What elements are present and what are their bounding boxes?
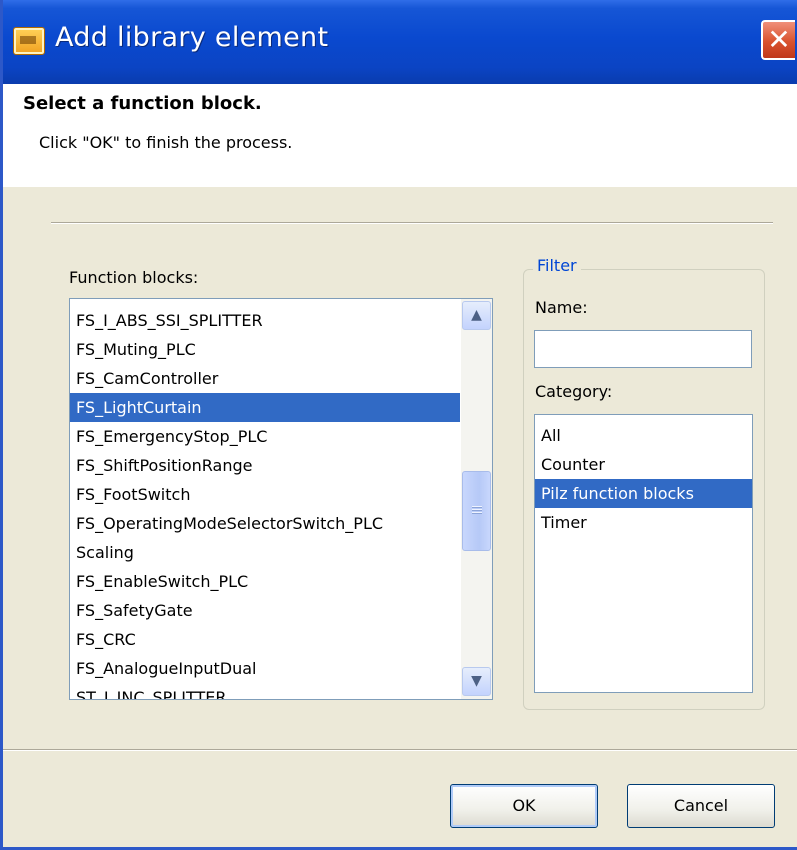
function-block-item[interactable]: FS_CRC [70,625,460,654]
function-block-item[interactable]: FS_ShiftPositionRange [70,451,460,480]
title-bar[interactable]: Add library element ✕ [3,0,797,84]
function-blocks-scrollbar[interactable]: ▲ ▼ [461,299,492,699]
category-list[interactable]: All Counter Pilz function blocks Timer [534,414,753,693]
function-block-item[interactable]: FS_I_ABS_SSI_SPLITTER [70,306,460,335]
header-description: Click "OK" to finish the process. [39,133,293,152]
filter-legend: Filter [533,256,581,275]
function-block-item[interactable]: FS_FootSwitch [70,480,460,509]
scrollbar-thumb[interactable] [462,471,491,551]
function-block-item[interactable]: FS_AnalogueInputDual [70,654,460,683]
function-block-item[interactable]: ST_I_INC_SPLITTER [70,683,460,699]
function-block-item[interactable]: FS_CamController [70,364,460,393]
function-blocks-items: FS_I_ABS_SSI_SPLITTER FS_Muting_PLC FS_Cam… [70,306,460,699]
scroll-down-icon[interactable]: ▼ [462,667,491,696]
name-filter-input[interactable] [534,330,752,368]
function-block-item[interactable]: Scaling [70,538,460,567]
function-block-item[interactable]: FS_Muting_PLC [70,335,460,364]
function-block-item[interactable]: FS_EnableSwitch_PLC [70,567,460,596]
add-library-element-dialog: Add library element ✕ Select a function … [0,0,797,850]
category-item[interactable]: Pilz function blocks [535,479,752,508]
category-label: Category: [535,382,613,401]
header-separator [51,222,773,224]
category-item[interactable]: All [535,421,752,450]
function-block-item[interactable]: FS_SafetyGate [70,596,460,625]
header-title: Select a function block. [23,93,262,114]
dialog-header: Select a function block. Click "OK" to f… [3,84,797,187]
cancel-button[interactable]: Cancel [627,784,775,828]
button-bar-separator [3,749,797,751]
name-label: Name: [535,298,588,317]
library-app-icon [13,27,45,55]
function-block-item[interactable]: FS_LightCurtain [70,393,460,422]
category-item[interactable]: Timer [535,508,752,537]
scrollbar-grip-icon [472,506,482,515]
function-block-item[interactable]: FS_OperatingModeSelectorSwitch_PLC [70,509,460,538]
function-blocks-label: Function blocks: [69,268,199,287]
function-block-item[interactable]: FS_EmergencyStop_PLC [70,422,460,451]
close-icon[interactable]: ✕ [761,20,795,60]
ok-button[interactable]: OK [450,784,598,828]
window-title: Add library element [55,22,329,53]
scroll-up-icon[interactable]: ▲ [462,301,491,330]
category-item[interactable]: Counter [535,450,752,479]
function-blocks-list[interactable]: FS_I_ABS_SSI_SPLITTER FS_Muting_PLC FS_Cam… [69,298,493,700]
